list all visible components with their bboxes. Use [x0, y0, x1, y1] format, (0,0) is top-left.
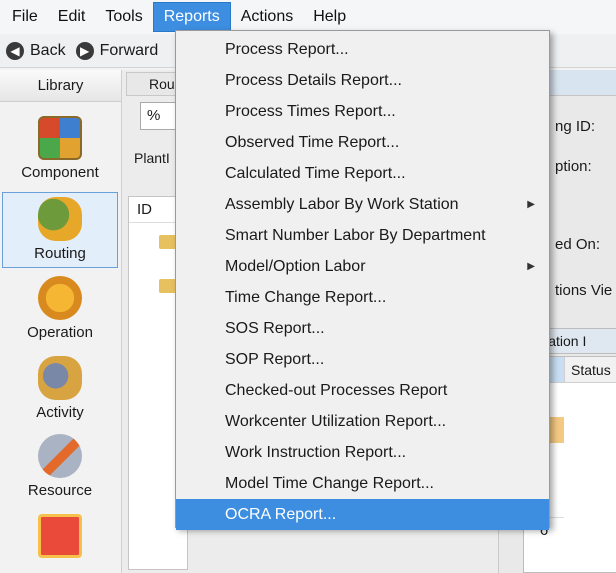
- reports-menu-item[interactable]: Work Instruction Report...: [176, 437, 549, 468]
- activity-icon: [38, 356, 82, 400]
- library-item-label: Activity: [36, 404, 84, 421]
- reports-menu-item-label: Work Instruction Report...: [225, 444, 407, 461]
- reports-menu-item-label: Process Times Report...: [225, 103, 396, 120]
- filter-input[interactable]: %: [140, 102, 180, 130]
- reports-menu-item[interactable]: Time Change Report...: [176, 282, 549, 313]
- reports-menu-item-label: SOS Report...: [225, 320, 325, 337]
- reports-menu-item[interactable]: Process Times Report...: [176, 96, 549, 127]
- submenu-arrow-icon: ▶: [527, 199, 535, 210]
- reports-menu-item-label: Time Change Report...: [225, 289, 387, 306]
- menu-tools[interactable]: Tools: [95, 2, 152, 32]
- library-item-label: Component: [21, 164, 99, 181]
- library-item-label: Resource: [27, 482, 93, 499]
- library-item-operation[interactable]: Operation: [2, 272, 118, 348]
- reports-menu-item[interactable]: Observed Time Report...: [176, 127, 549, 158]
- reports-menu-item[interactable]: Process Report...: [176, 34, 549, 65]
- reports-menu-item-label: Calculated Time Report...: [225, 165, 406, 182]
- reports-menu-item-label: Assembly Labor By Work Station: [225, 196, 459, 213]
- menu-edit[interactable]: Edit: [48, 2, 96, 32]
- library-item-label: Operation: [27, 324, 93, 341]
- reports-menu-item[interactable]: Workcenter Utilization Report...: [176, 406, 549, 437]
- reports-menu-item-label: Checked-out Processes Report: [225, 382, 448, 399]
- reports-menu-item[interactable]: SOP Report...: [176, 344, 549, 375]
- library-item-routing[interactable]: Routing: [2, 192, 118, 268]
- status-column-header[interactable]: Status: [564, 357, 616, 383]
- reports-menu-item[interactable]: SOS Report...: [176, 313, 549, 344]
- menu-help[interactable]: Help: [303, 2, 356, 32]
- puzzle-icon: [38, 116, 82, 160]
- library-item-component[interactable]: Component: [2, 112, 118, 188]
- forward-label: Forward: [99, 41, 159, 59]
- operation-gear-icon: [38, 276, 82, 320]
- submenu-arrow-icon: ▶: [527, 261, 535, 272]
- reports-menu: Process Report... Process Details Report.…: [175, 30, 550, 530]
- reports-menu-item[interactable]: Process Details Report...: [176, 65, 549, 96]
- library-item-label: Routing: [34, 245, 86, 262]
- reports-menu-item[interactable]: Assembly Labor By Work Station ▶: [176, 189, 549, 220]
- menu-file[interactable]: File: [2, 2, 48, 32]
- library-item-activity[interactable]: Activity: [2, 352, 118, 428]
- reports-menu-item-label: Model Time Change Report...: [225, 475, 434, 492]
- reports-menu-item-label: Workcenter Utilization Report...: [225, 413, 447, 430]
- reports-menu-item-label: Model/Option Labor: [225, 258, 366, 275]
- reports-menu-item-label: Observed Time Report...: [225, 134, 400, 151]
- reports-menu-item-label: Process Report...: [225, 41, 349, 58]
- back-label: Back: [30, 41, 66, 59]
- library-title: Library: [0, 70, 121, 102]
- reports-menu-item[interactable]: Model/Option Labor ▶: [176, 251, 549, 282]
- reports-menu-item-label: Process Details Report...: [225, 72, 402, 89]
- menu-bar: File Edit Tools Reports Actions Help: [0, 0, 616, 34]
- back-arrow-icon: ◀: [6, 41, 24, 60]
- wrench-icon: [38, 434, 82, 478]
- forward-arrow-icon: ▶: [75, 41, 94, 60]
- library-item-extra[interactable]: [2, 510, 118, 570]
- library-panel: Library Component Routing Operation Acti…: [0, 70, 122, 573]
- routing-id-label: ng ID:: [555, 118, 596, 135]
- forward-button[interactable]: ▶ Forward: [75, 41, 159, 60]
- reports-menu-item-label: Smart Number Labor By Department: [225, 227, 486, 244]
- reports-menu-item[interactable]: Calculated Time Report...: [176, 158, 549, 189]
- plant-label: PlantI: [134, 150, 170, 166]
- options-view-label: tions Vie: [555, 282, 613, 299]
- reports-menu-item[interactable]: OCRA Report...: [176, 499, 549, 530]
- menu-reports[interactable]: Reports: [152, 2, 231, 32]
- menu-actions[interactable]: Actions: [231, 2, 303, 32]
- reports-menu-item[interactable]: Checked-out Processes Report: [176, 375, 549, 406]
- library-item-resource[interactable]: Resource: [2, 430, 118, 506]
- layout-icon: [38, 514, 82, 558]
- reports-menu-item-label: SOP Report...: [225, 351, 325, 368]
- description-label: ption:: [555, 158, 592, 175]
- reports-menu-item[interactable]: Smart Number Labor By Department: [176, 220, 549, 251]
- created-on-label: ed On:: [555, 236, 601, 253]
- reports-menu-item[interactable]: Model Time Change Report...: [176, 468, 549, 499]
- back-button[interactable]: ◀ Back: [6, 41, 66, 60]
- routing-icon: [38, 197, 82, 241]
- reports-menu-item-label: OCRA Report...: [225, 506, 337, 523]
